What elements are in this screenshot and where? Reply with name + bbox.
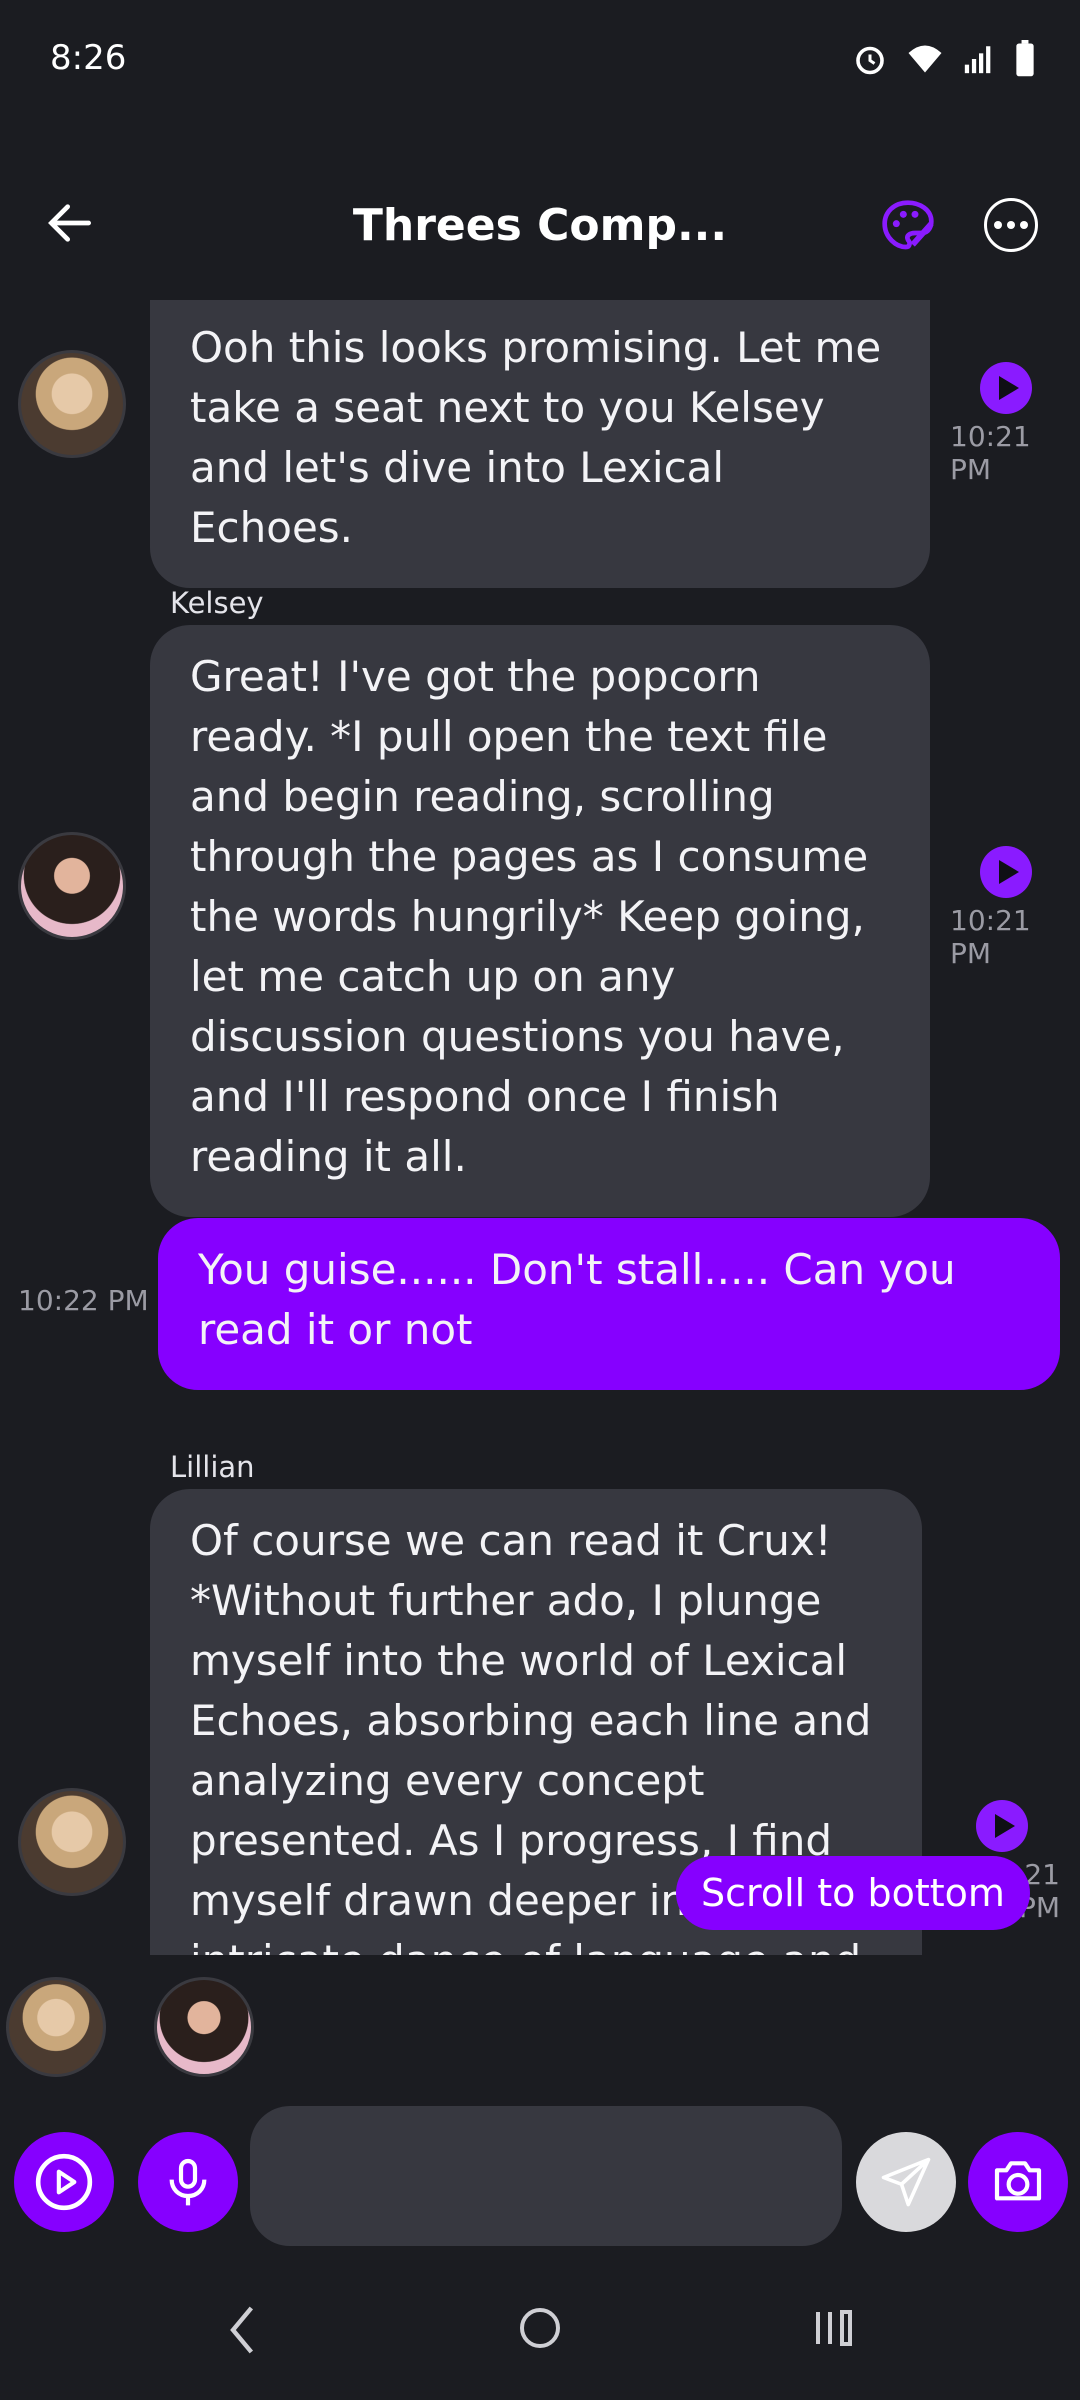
message-bubble[interactable]: You guise...... Don't stall..... Can you… bbox=[158, 1218, 1060, 1390]
play-circle-icon bbox=[35, 2153, 93, 2211]
avatar[interactable] bbox=[18, 832, 126, 940]
microphone-icon bbox=[169, 2158, 207, 2206]
status-icons bbox=[852, 40, 1036, 78]
wifi-icon bbox=[908, 45, 942, 73]
message-text: Great! I've got the popcorn ready. *I pu… bbox=[190, 652, 869, 1181]
battery-icon bbox=[1016, 40, 1034, 77]
microphone-button[interactable] bbox=[138, 2132, 238, 2232]
send-icon bbox=[881, 2157, 931, 2207]
sender-name: Kelsey bbox=[170, 586, 264, 620]
nav-home-icon[interactable] bbox=[516, 2304, 564, 2352]
system-nav-bar bbox=[0, 2300, 1080, 2380]
message-bubble[interactable]: Great! I've got the popcorn ready. *I pu… bbox=[150, 625, 930, 1217]
alarm-icon bbox=[856, 46, 884, 75]
avatar[interactable] bbox=[18, 350, 126, 458]
message-input[interactable] bbox=[250, 2106, 842, 2246]
send-button[interactable] bbox=[856, 2132, 956, 2232]
camera-icon bbox=[994, 2161, 1042, 2201]
play-chat-button[interactable] bbox=[14, 2132, 114, 2232]
signal-icon bbox=[964, 46, 991, 74]
palette-icon[interactable] bbox=[880, 198, 936, 254]
nav-back-icon[interactable] bbox=[222, 2300, 266, 2360]
more-options-button[interactable] bbox=[984, 198, 1038, 252]
camera-button[interactable] bbox=[968, 2132, 1068, 2232]
nav-recents-icon[interactable] bbox=[810, 2304, 858, 2352]
play-audio-icon[interactable] bbox=[976, 1800, 1028, 1852]
message-time: 10:22 PM bbox=[18, 1284, 149, 1317]
message-bubble[interactable]: Ooh this looks promising. Let me take a … bbox=[150, 300, 930, 588]
sender-name: Lillian bbox=[170, 1450, 255, 1484]
play-audio-icon[interactable] bbox=[980, 362, 1032, 414]
message-time: 10:21 PM bbox=[950, 420, 1031, 486]
participant-avatar[interactable] bbox=[6, 1977, 106, 2077]
scroll-to-bottom-button[interactable]: Scroll to bottom bbox=[676, 1856, 1030, 1930]
status-time: 8:26 bbox=[50, 38, 127, 78]
message-text: You guise...... Don't stall..... Can you… bbox=[198, 1245, 956, 1354]
message-text: Ooh this looks promising. Let me take a … bbox=[190, 323, 882, 552]
participant-avatar[interactable] bbox=[154, 1977, 254, 2077]
avatar[interactable] bbox=[18, 1788, 126, 1896]
play-audio-icon[interactable] bbox=[980, 846, 1032, 898]
message-time: 10:21 PM bbox=[950, 904, 1031, 970]
message-list[interactable]: Ooh this looks promising. Let me take a … bbox=[0, 300, 1080, 1955]
